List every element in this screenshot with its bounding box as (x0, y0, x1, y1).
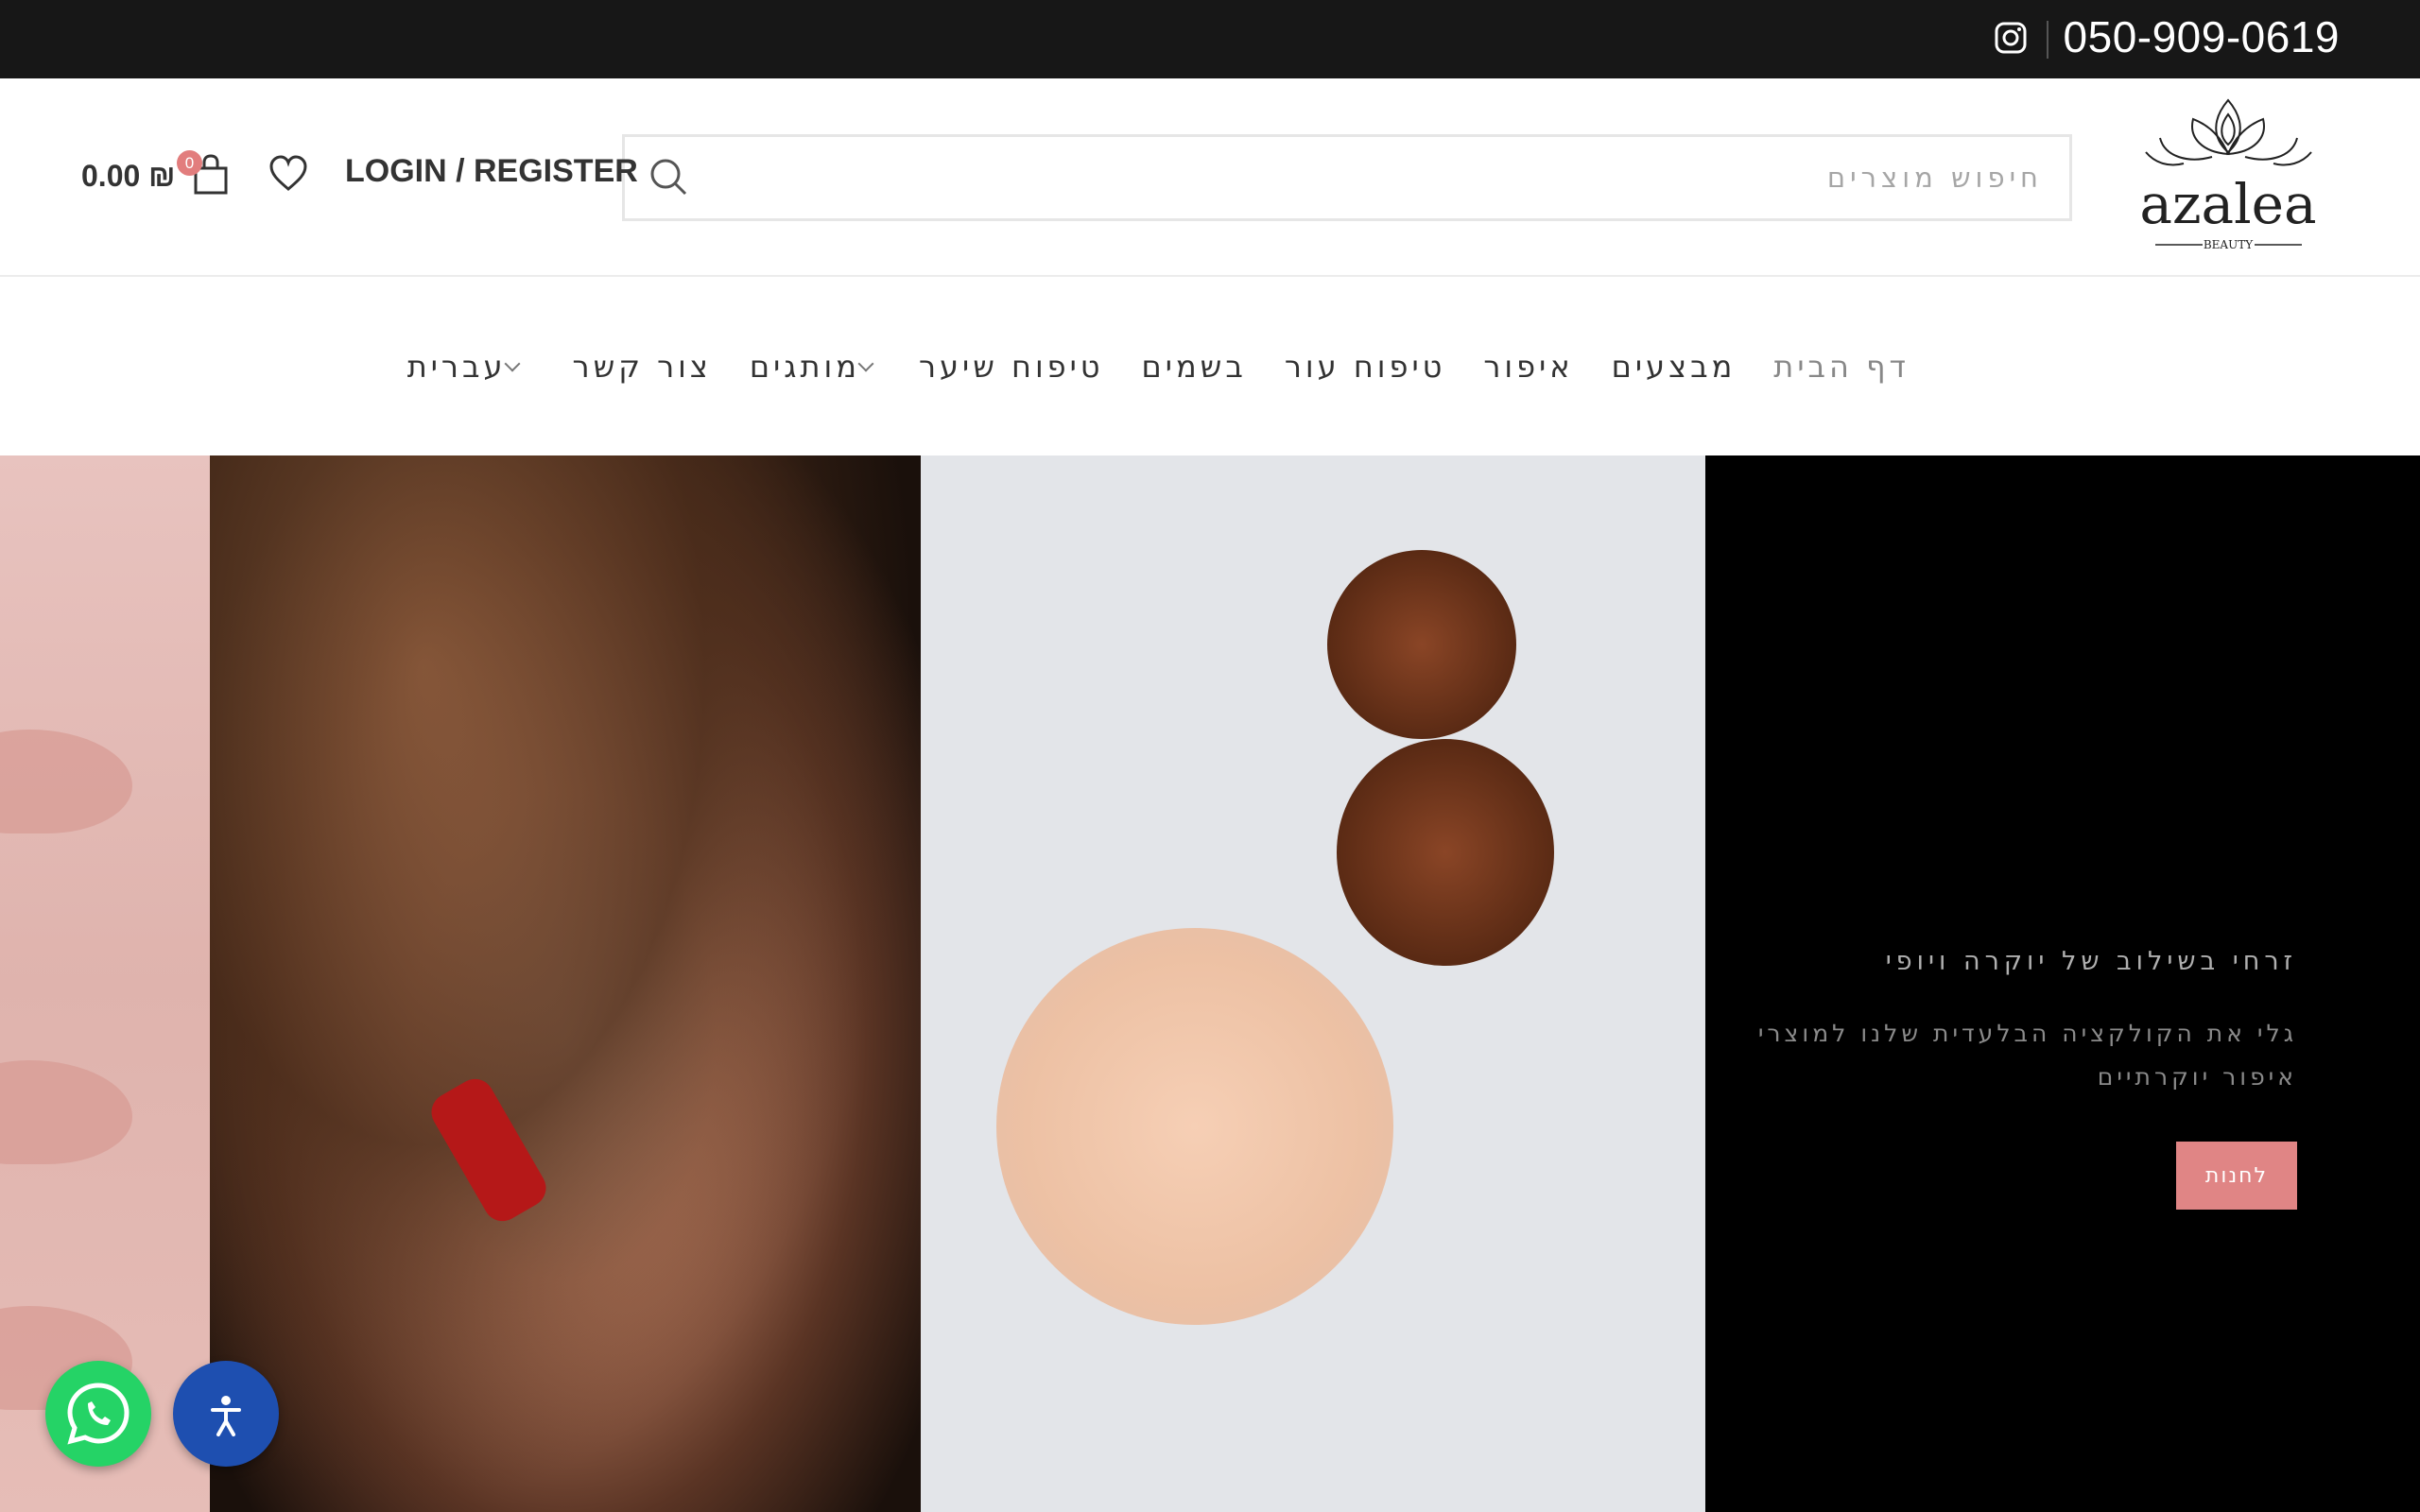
nav-item-brands[interactable]: מותגים (731, 349, 900, 385)
accessibility-icon (211, 1396, 241, 1436)
cart-total[interactable]: 0.00 ₪ (81, 159, 175, 194)
hero-image-lip-swatches (0, 455, 210, 1512)
nav-item-perfumes[interactable]: בשמים (1123, 349, 1266, 385)
shop-button[interactable]: לחנות (2176, 1142, 2297, 1210)
search-box (622, 134, 2072, 221)
chevron-down-icon (504, 355, 520, 371)
hero-image-model (210, 455, 921, 1512)
topbar-divider (2047, 21, 2048, 59)
whatsapp-button[interactable] (45, 1361, 151, 1467)
hero-description: גלי את הקולקציה הבלעדית שלנו למוצרי איפו… (1757, 1020, 2297, 1091)
nav-item-skincare[interactable]: טיפוח עור (1266, 349, 1465, 385)
accessibility-button[interactable] (173, 1361, 279, 1467)
hero-title: זרחי בשילוב של יוקרה ויופי (1885, 947, 2297, 976)
svg-text:azalea: azalea (2139, 172, 2316, 236)
top-bar: 050-909-0619 (0, 0, 2420, 78)
nav-item-haircare[interactable]: טיפוח שיער (900, 349, 1123, 385)
chevron-down-icon (857, 355, 874, 371)
hero-text: זרחי בשילוב של יוקרה ויופי גלי את הקולקצ… (1692, 947, 2297, 1099)
login-register-link[interactable]: LOGIN / REGISTER (345, 153, 638, 190)
nav-item-contact[interactable]: צור קשר (554, 349, 731, 385)
heart-icon[interactable] (268, 153, 309, 195)
language-switcher[interactable]: עברית (389, 349, 546, 385)
nav-item-makeup[interactable]: איפור (1464, 349, 1592, 385)
hero-image-brushes-powder (921, 455, 1705, 1512)
whatsapp-icon (67, 1383, 130, 1445)
nav-item-sales[interactable]: מבצעים (1593, 349, 1755, 385)
hero-banner: זרחי בשילוב של יוקרה ויופי גלי את הקולקצ… (0, 455, 2420, 1512)
main-nav: דף הבית מבצעים איפור טיפוח עור בשמים טיפ… (0, 279, 2420, 454)
nav-list: דף הבית מבצעים איפור טיפוח עור בשמים טיפ… (407, 279, 1928, 454)
instagram-icon[interactable] (1994, 21, 2028, 55)
svg-text:BEAUTY: BEAUTY (2204, 238, 2254, 251)
search-input[interactable] (700, 137, 2043, 218)
cart-count-badge: 0 (177, 150, 202, 176)
search-icon[interactable] (648, 156, 689, 198)
azalea-logo[interactable]: azalea BEAUTY (2136, 95, 2321, 256)
phone-number[interactable]: 050-909-0619 (2064, 11, 2340, 62)
nav-item-home[interactable]: דף הבית (1754, 349, 1928, 385)
site-header: azalea BEAUTY LOGIN / REGISTER 0 0.00 ₪ (0, 78, 2420, 277)
